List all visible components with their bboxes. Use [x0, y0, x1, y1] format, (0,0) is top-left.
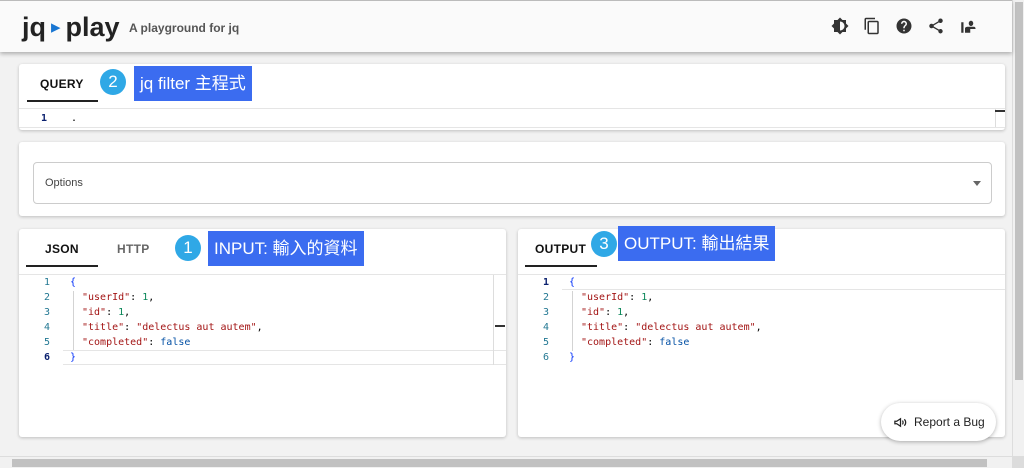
annotation-label-input: INPUT: 輸入的資料 [208, 231, 364, 266]
chevron-down-icon [973, 181, 981, 186]
current-line-highlight [562, 275, 1005, 290]
json-line: "id": 1, [581, 307, 630, 318]
header-toolbar [830, 15, 978, 37]
input-editor[interactable]: 1 2 3 4 5 6 { "userId": 1, "id": 1, "tit… [19, 274, 506, 435]
options-card: Options [19, 142, 1005, 216]
copy-icon[interactable] [862, 15, 882, 37]
horizontal-scrollbar[interactable] [0, 456, 1012, 468]
line-number: 2 [43, 292, 50, 303]
line-number: 4 [542, 322, 549, 333]
vertical-scrollbar-thumb[interactable] [1015, 2, 1023, 380]
logo-play: play [65, 12, 120, 42]
input-card: JSON HTTP 1 INPUT: 輸入的資料 1 2 3 4 5 6 { "… [19, 229, 506, 437]
json-brace-open: { [569, 277, 576, 288]
vertical-scrollbar[interactable] [1012, 0, 1024, 456]
line-number: 6 [542, 352, 549, 363]
current-line-highlight [63, 350, 506, 365]
query-editor[interactable]: 1 . [19, 108, 1005, 128]
json-line: "completed": false [82, 337, 191, 348]
json-line: "userId": 1, [581, 292, 654, 303]
line-number: 1 [542, 277, 549, 288]
line-number: 6 [43, 352, 50, 363]
json-line: "title": "delectus aut autem", [581, 322, 762, 333]
app-logo[interactable]: jq ▸ play [22, 12, 120, 43]
tab-query-underline [27, 100, 98, 102]
line-number: 3 [43, 307, 50, 318]
tab-query[interactable]: QUERY [40, 77, 84, 91]
app-tagline: A playground for jq [129, 21, 240, 35]
editor-scroll-track [493, 275, 494, 365]
line-number: 1 [40, 113, 47, 124]
tab-json[interactable]: JSON [45, 242, 79, 256]
annotation-label-output: OUTPUT: 輸出結果 [618, 226, 776, 261]
query-code: . [71, 113, 78, 124]
options-select[interactable]: Options [33, 162, 992, 204]
json-line: "completed": false [581, 337, 690, 348]
annotation-badge-3: 3 [591, 231, 617, 257]
overview-ruler-mark [495, 325, 505, 327]
line-number: 4 [43, 322, 50, 333]
json-line: "userId": 1, [82, 292, 155, 303]
query-card: QUERY 2 jq filter 主程式 1 . [19, 64, 1005, 130]
theme-icon[interactable] [830, 15, 850, 37]
json-brace-open: { [70, 277, 77, 288]
help-icon[interactable] [894, 15, 914, 37]
logo-jq: jq [22, 12, 46, 42]
horizontal-scrollbar-thumb[interactable] [12, 459, 987, 467]
indent-guide [73, 291, 74, 351]
report-bug-button[interactable]: Report a Bug [881, 403, 996, 441]
options-label: Options [45, 177, 83, 189]
line-number: 1 [43, 277, 50, 288]
json-line: "title": "delectus aut autem", [82, 322, 263, 333]
line-number: 3 [542, 307, 549, 318]
json-line: "id": 1, [82, 307, 131, 318]
indent-guide [572, 291, 573, 351]
line-number: 5 [43, 337, 50, 348]
json-brace-close: } [70, 352, 77, 363]
json-brace-close: } [569, 352, 576, 363]
report-bug-label: Report a Bug [914, 415, 985, 429]
annotation-badge-1: 1 [175, 235, 201, 261]
line-number: 5 [542, 337, 549, 348]
overview-ruler-mark [995, 110, 1005, 112]
tab-http[interactable]: HTTP [117, 242, 150, 256]
tab-output-underline [525, 265, 597, 267]
annotation-label-query: jq filter 主程式 [134, 66, 252, 101]
scrollbar-corner [1012, 456, 1024, 468]
tab-output[interactable]: OUTPUT [535, 242, 586, 256]
community-icon[interactable] [958, 15, 978, 37]
logo-arrow-icon: ▸ [51, 17, 61, 38]
share-icon[interactable] [926, 15, 946, 37]
app-header: jq ▸ play A playground for jq [0, 0, 1012, 52]
megaphone-icon [894, 417, 907, 427]
annotation-badge-2: 2 [100, 69, 126, 95]
line-number: 2 [542, 292, 549, 303]
tab-json-underline [26, 265, 98, 267]
